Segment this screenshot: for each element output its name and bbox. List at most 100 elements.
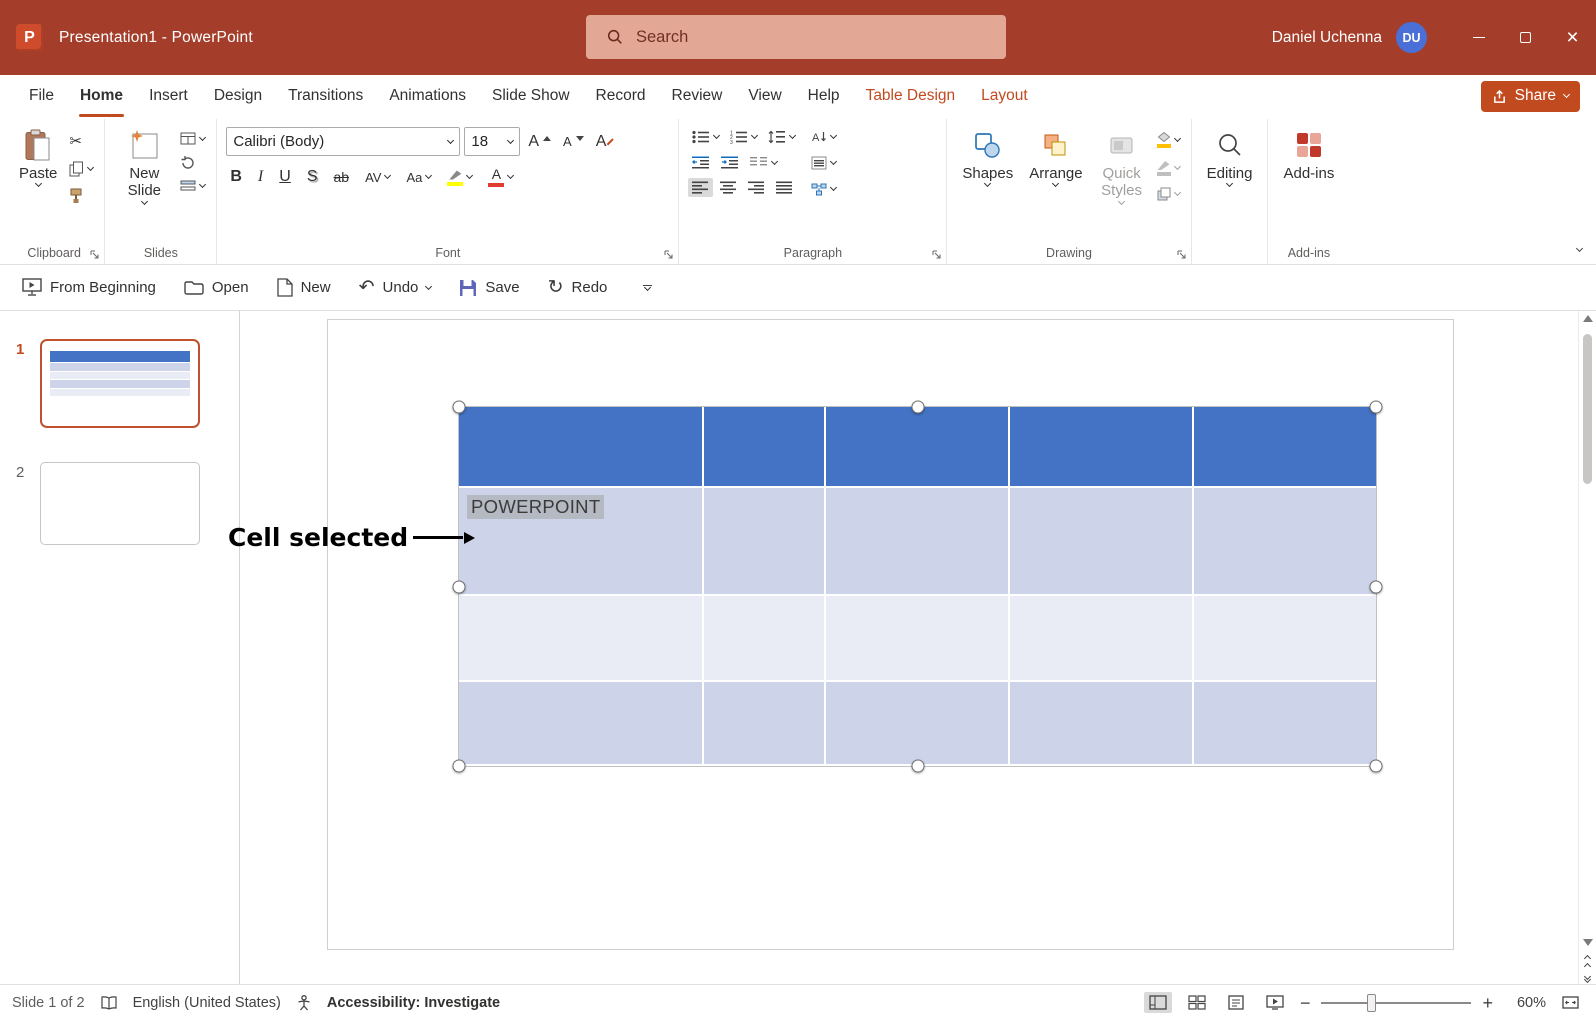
tab-design[interactable]: Design xyxy=(201,75,275,117)
previous-slide-button[interactable] xyxy=(1585,954,1590,969)
reading-view-button[interactable] xyxy=(1222,992,1250,1013)
clear-formatting-button[interactable]: A xyxy=(592,131,619,153)
accessibility-status[interactable]: Accessibility: Investigate xyxy=(327,995,500,1011)
table-cell[interactable] xyxy=(704,407,826,486)
scrollbar-track[interactable] xyxy=(1579,322,1596,939)
zoom-slider[interactable] xyxy=(1321,1002,1471,1004)
cut-button[interactable]: ✂ xyxy=(65,129,97,153)
scrollbar-thumb[interactable] xyxy=(1583,334,1592,484)
from-beginning-button[interactable]: From Beginning xyxy=(22,278,156,297)
paste-button[interactable]: Paste xyxy=(11,123,65,190)
table-cell[interactable] xyxy=(704,682,826,764)
new-button[interactable]: New xyxy=(277,278,331,297)
shape-fill-button[interactable] xyxy=(1153,129,1184,151)
arrange-button[interactable]: Arrange xyxy=(1021,123,1090,190)
zoom-level[interactable]: 60% xyxy=(1504,995,1546,1011)
justify-button[interactable] xyxy=(772,178,797,197)
tab-slide-show[interactable]: Slide Show xyxy=(479,75,583,117)
minimize-button[interactable] xyxy=(1455,0,1502,75)
table-cell[interactable] xyxy=(826,407,1010,486)
tab-table-design[interactable]: Table Design xyxy=(853,75,969,117)
table-cell[interactable] xyxy=(826,596,1010,680)
selection-handle[interactable] xyxy=(911,401,924,414)
table-cell[interactable] xyxy=(704,596,826,680)
slide-show-view-button[interactable] xyxy=(1261,992,1289,1013)
convert-to-smartart-button[interactable] xyxy=(807,179,840,199)
quick-styles-button[interactable]: Quick Styles xyxy=(1091,123,1153,208)
highlight-color-button[interactable] xyxy=(443,166,476,189)
change-case-button[interactable]: Aa xyxy=(402,168,435,187)
strikethrough-button[interactable]: ab xyxy=(329,167,353,187)
open-button[interactable]: Open xyxy=(184,279,249,296)
table-cell[interactable] xyxy=(704,488,826,594)
align-center-button[interactable] xyxy=(716,178,741,197)
slide-2-thumbnail[interactable] xyxy=(40,462,200,545)
font-size-combo[interactable]: 18 xyxy=(464,127,520,156)
table-cell[interactable] xyxy=(459,596,704,680)
shape-outline-button[interactable] xyxy=(1153,156,1184,179)
table-cell[interactable] xyxy=(1194,596,1376,680)
scroll-up-arrow-icon[interactable] xyxy=(1583,315,1593,322)
tab-file[interactable]: File xyxy=(16,75,67,117)
slide-sorter-view-button[interactable] xyxy=(1183,992,1211,1013)
section-button[interactable] xyxy=(176,177,209,195)
normal-view-button[interactable] xyxy=(1144,992,1172,1013)
zoom-in-button[interactable]: + xyxy=(1482,994,1493,1012)
font-color-button[interactable]: A xyxy=(484,164,517,190)
tab-review[interactable]: Review xyxy=(659,75,736,117)
numbering-button[interactable]: 123 xyxy=(726,127,761,147)
increase-font-size-button[interactable]: A xyxy=(524,131,555,153)
close-button[interactable]: × xyxy=(1549,0,1596,75)
tab-transitions[interactable]: Transitions xyxy=(275,75,376,117)
bullets-button[interactable] xyxy=(688,127,723,147)
slide-layout-button[interactable] xyxy=(176,129,209,148)
tab-home[interactable]: Home xyxy=(67,75,136,117)
increase-indent-button[interactable] xyxy=(717,153,743,172)
editing-button[interactable]: Editing xyxy=(1199,123,1261,190)
table-cell[interactable] xyxy=(1010,407,1194,486)
shapes-button[interactable]: Shapes xyxy=(954,123,1021,190)
align-left-button[interactable] xyxy=(688,178,713,197)
table-cell[interactable] xyxy=(1194,407,1376,486)
slide-indicator[interactable]: Slide 1 of 2 xyxy=(12,995,85,1011)
align-right-button[interactable] xyxy=(744,178,769,197)
vertical-scrollbar[interactable] xyxy=(1578,311,1596,984)
table-cell[interactable] xyxy=(1010,682,1194,764)
character-spacing-button[interactable]: AV xyxy=(361,168,394,187)
zoom-out-button[interactable]: − xyxy=(1300,994,1311,1012)
table-cell[interactable] xyxy=(1194,682,1376,764)
selected-cell-text[interactable]: POWERPOINT xyxy=(467,495,604,519)
redo-button[interactable]: ↻ Redo xyxy=(548,278,608,297)
selection-handle[interactable] xyxy=(1370,401,1383,414)
selection-handle[interactable] xyxy=(1370,580,1383,593)
selection-handle[interactable] xyxy=(911,760,924,773)
table-cell[interactable] xyxy=(459,682,704,764)
shape-effects-button[interactable] xyxy=(1153,184,1184,204)
proofing-book-icon[interactable] xyxy=(101,996,117,1010)
copy-button[interactable] xyxy=(65,158,97,180)
fit-slide-to-window-button[interactable] xyxy=(1557,992,1584,1013)
table[interactable]: POWERPOINT xyxy=(459,407,1376,766)
format-painter-button[interactable] xyxy=(65,185,97,207)
slide-canvas[interactable]: POWERPOINT xyxy=(327,319,1454,950)
tab-animations[interactable]: Animations xyxy=(376,75,479,117)
undo-button[interactable]: ↶ Undo xyxy=(359,278,432,297)
reset-slide-button[interactable] xyxy=(176,153,209,172)
underline-button[interactable]: U xyxy=(275,166,295,188)
language-status[interactable]: English (United States) xyxy=(133,995,281,1011)
paragraph-dialog-launcher[interactable] xyxy=(932,250,941,259)
line-spacing-button[interactable] xyxy=(764,127,799,147)
save-button[interactable]: Save xyxy=(459,279,519,297)
maximize-button[interactable] xyxy=(1502,0,1549,75)
next-slide-button[interactable] xyxy=(1585,977,1590,982)
table-cell[interactable] xyxy=(1194,488,1376,594)
italic-button[interactable]: I xyxy=(254,166,267,188)
font-dialog-launcher[interactable] xyxy=(664,250,673,259)
selection-handle[interactable] xyxy=(453,760,466,773)
bold-button[interactable]: B xyxy=(226,166,246,188)
text-shadow-button[interactable]: S xyxy=(303,166,322,188)
addins-button[interactable]: Add-ins xyxy=(1275,123,1342,186)
columns-button[interactable] xyxy=(746,153,781,172)
search-box[interactable] xyxy=(586,15,1006,59)
decrease-indent-button[interactable] xyxy=(688,153,714,172)
